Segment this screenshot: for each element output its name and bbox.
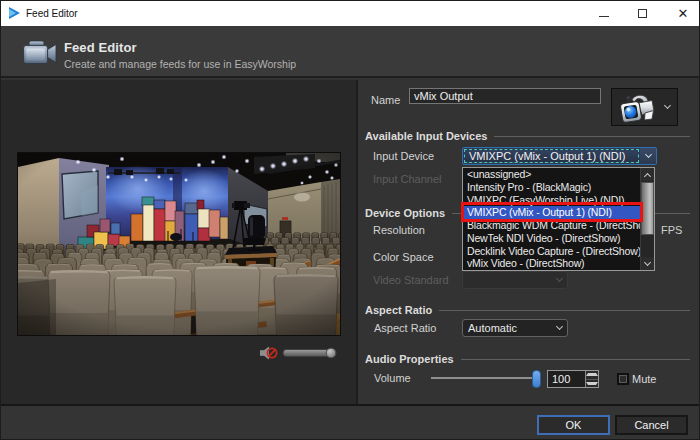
volume-value: 100	[548, 371, 585, 387]
preview-audio-controls	[243, 345, 343, 361]
cancel-label: Cancel	[634, 419, 668, 431]
close-icon: ✕	[678, 7, 689, 20]
dropdown-item[interactable]: <unassigned>	[463, 168, 640, 181]
video-standard-combobox[interactable]	[462, 271, 568, 289]
volume-label: Volume	[374, 372, 411, 384]
section-audio-properties: Audio Properties	[365, 353, 690, 365]
preview-panel	[1, 80, 356, 406]
header-subtitle: Create and manage feeds for use in EasyW…	[64, 58, 296, 70]
maximize-button[interactable]	[625, 1, 659, 26]
dropdown-item[interactable]: vMix Video - (DirectShow)	[463, 257, 640, 270]
section-rule	[439, 310, 690, 311]
volume-spinner	[585, 371, 598, 387]
volume-slider-track[interactable]	[431, 377, 538, 379]
video-preview	[17, 152, 341, 336]
chevron-up-icon	[644, 172, 651, 179]
section-title: Aspect Ratio	[365, 304, 432, 316]
combo-arrow[interactable]	[640, 148, 656, 164]
spin-down-button[interactable]	[586, 380, 598, 388]
name-input[interactable]: vMix Output	[409, 88, 601, 104]
resolution-label: Resolution	[373, 224, 425, 236]
name-value: vMix Output	[414, 90, 473, 102]
chevron-down-icon	[555, 323, 562, 330]
volume-slider-thumb[interactable]	[532, 370, 541, 388]
chevron-down-icon	[644, 151, 651, 158]
window-title: Feed Editor	[26, 1, 78, 26]
section-title: Audio Properties	[365, 353, 454, 365]
preview-volume-slider[interactable]	[283, 348, 336, 358]
scroll-up-button[interactable]	[641, 168, 654, 181]
mute-label: Mute	[632, 373, 656, 385]
triangle-down-icon	[586, 382, 598, 385]
title-bar: Feed Editor ✕	[1, 1, 699, 26]
dropdown-item[interactable]: Intensity Pro - (BlackMagic)	[463, 181, 640, 194]
ok-button[interactable]: OK	[537, 415, 610, 435]
chevron-down-icon	[555, 275, 562, 282]
aspect-ratio-label: Aspect Ratio	[374, 322, 436, 334]
volume-number-input[interactable]: 100	[547, 370, 599, 388]
chevron-down-icon	[644, 258, 651, 265]
combo-arrow[interactable]	[551, 327, 567, 329]
video-standard-label: Video Standard	[373, 274, 449, 286]
dropdown-item[interactable]: Decklink Video Capture - (DirectShow)	[463, 245, 640, 258]
color-space-label: Color Space	[373, 251, 434, 263]
aspect-ratio-value: Automatic	[463, 322, 551, 334]
section-aspect-ratio: Aspect Ratio	[365, 304, 690, 316]
dialog-footer: OK Cancel	[1, 404, 699, 439]
chevron-down-icon	[664, 102, 671, 109]
input-device-label: Input Device	[373, 150, 434, 162]
camera-3d-icon	[619, 91, 657, 125]
red-highlight-annotation	[461, 202, 643, 222]
preview-mute-icon[interactable]	[260, 347, 277, 360]
input-device-combobox[interactable]: VMIXPC (vMix - Output 1) (NDI)	[462, 147, 657, 165]
dialog-header: Feed Editor Create and manage feeds for …	[1, 26, 699, 78]
settings-panel: Name vMix Output	[358, 80, 699, 406]
mute-checkbox[interactable]	[617, 373, 629, 385]
scroll-down-button[interactable]	[641, 257, 654, 270]
input-channel-label: Input Channel	[373, 173, 442, 185]
section-title: Device Options	[365, 207, 445, 219]
triangle-up-icon	[586, 373, 598, 376]
section-available-input-devices: Available Input Devices	[365, 130, 690, 142]
maximize-icon	[638, 9, 647, 18]
name-label: Name	[371, 94, 400, 106]
dropdown-item[interactable]: NewTek NDI Video - (DirectShow)	[463, 232, 640, 245]
cancel-button[interactable]: Cancel	[615, 415, 688, 435]
video-camera-icon	[23, 40, 59, 66]
auditorium-photo	[18, 153, 340, 335]
section-rule	[494, 136, 690, 137]
header-title: Feed Editor	[64, 40, 137, 55]
section-rule	[461, 359, 690, 360]
ok-label: OK	[566, 419, 582, 431]
aspect-ratio-combobox[interactable]: Automatic	[462, 319, 568, 337]
close-button[interactable]: ✕	[666, 1, 700, 26]
minimize-button[interactable]	[587, 1, 621, 26]
easyworship-logo-icon	[9, 7, 20, 19]
section-title: Available Input Devices	[365, 130, 487, 142]
input-device-value: VMIXPC (vMix - Output 1) (NDI)	[464, 149, 639, 163]
feed-icon-picker-button[interactable]	[611, 88, 678, 126]
minimize-icon	[599, 16, 609, 17]
fps-label: FPS	[661, 224, 682, 236]
spin-up-button[interactable]	[586, 371, 598, 380]
feed-editor-dialog: Feed Editor ✕ Feed Editor Create and man…	[0, 0, 700, 440]
combo-arrow	[551, 279, 567, 281]
